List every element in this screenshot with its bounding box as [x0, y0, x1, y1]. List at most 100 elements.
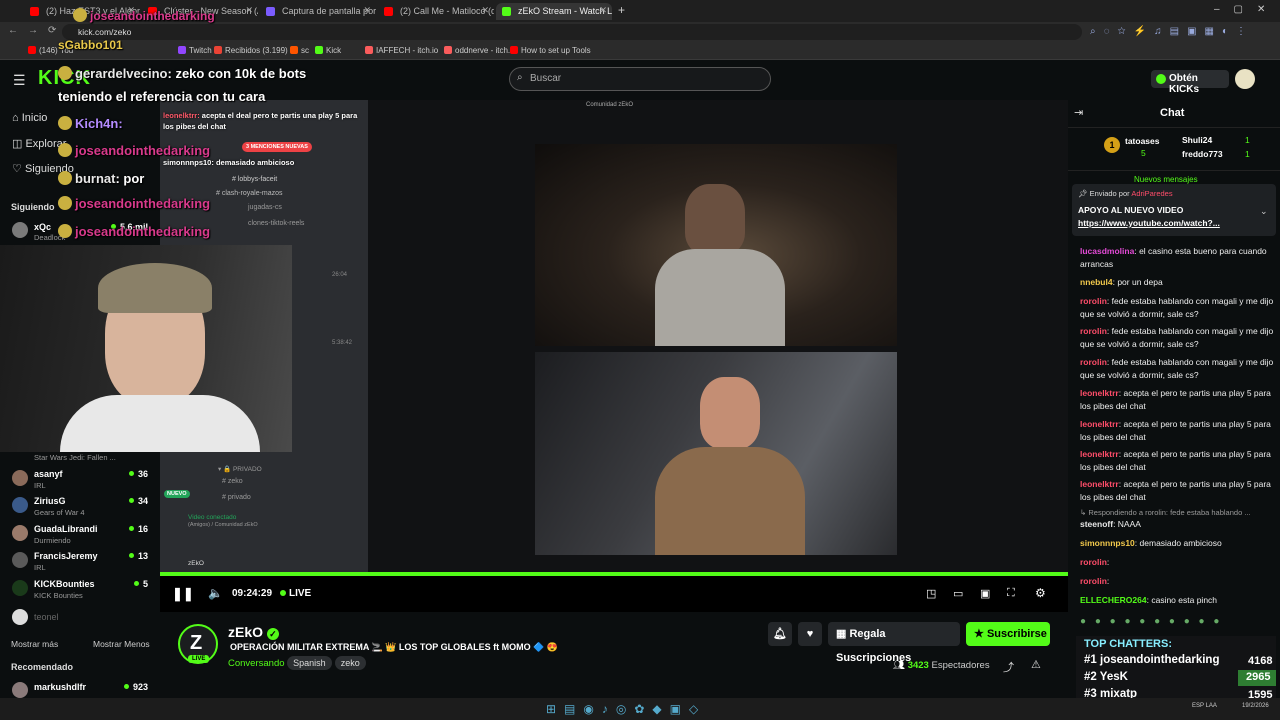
- taskbar-icons[interactable]: ⊞▤◉♪◎✿◆▣◇: [546, 702, 706, 716]
- bookmark[interactable]: IAFFECH - itch.io: [365, 46, 438, 55]
- volume-icon[interactable]: 🔈: [208, 586, 223, 600]
- streamer-webcam: [0, 245, 292, 452]
- avatar[interactable]: [1235, 69, 1255, 89]
- url-field[interactable]: kick.com/zeko: [62, 24, 1082, 40]
- discord-message: simonnnps10: demasiado ambicioso: [163, 158, 295, 167]
- new-tab-button[interactable]: +: [618, 3, 625, 17]
- emote-bar[interactable]: ● ● ● ● ● ● ● ● ● ●: [1080, 616, 1276, 632]
- clock: 19/2/2026: [1242, 703, 1269, 709]
- youtube-icon: [384, 7, 393, 16]
- overlay-chat-message: burnat: por: [58, 171, 144, 186]
- discord-channel: # privado: [222, 494, 251, 501]
- pip-icon[interactable]: ◳: [926, 587, 936, 600]
- kicks-icon: [1156, 74, 1166, 84]
- browser-tab-active[interactable]: zEkO Stream - Watch Live o✕: [496, 3, 612, 20]
- clip-icon[interactable]: ▭: [953, 587, 963, 600]
- notification-bell-button[interactable]: 🔔︎: [768, 622, 792, 646]
- os-taskbar: ⊞▤◉♪◎✿◆▣◇ ESP LAA 19/2/2026: [0, 698, 1280, 720]
- category-link[interactable]: Conversando: [228, 658, 285, 669]
- chevron-down-icon[interactable]: ⌄: [1260, 206, 1268, 217]
- emote-icon: [58, 116, 72, 130]
- share-icon[interactable]: ⤴: [1003, 659, 1014, 675]
- bookmark[interactable]: Twitch: [178, 46, 212, 55]
- close-tab-icon[interactable]: ✕: [363, 5, 371, 16]
- close-tab-icon[interactable]: ✕: [481, 5, 489, 16]
- subscribe-button[interactable]: ★ Suscribirse: [966, 622, 1050, 646]
- chat-message: rorolin:: [1080, 576, 1110, 586]
- nav-buttons[interactable]: ←→⟳: [8, 25, 66, 36]
- call-video-top: [535, 144, 897, 346]
- channel-name[interactable]: zEkO ✓: [228, 624, 279, 640]
- browser-tab[interactable]: (2) Call Me - Matiloco (dir. @fr✕: [378, 3, 494, 20]
- avatar: [12, 552, 28, 568]
- gmail-icon: [214, 46, 222, 54]
- person-head: [700, 377, 760, 449]
- overlay-chat-message: teniendo el referencia con tu cara: [58, 89, 266, 104]
- nav-home[interactable]: ⌂ Inicio: [12, 112, 47, 124]
- tag[interactable]: zeko: [334, 656, 366, 670]
- pinned-message[interactable]: 📌︎ Enviado por AdriParedes APOYO AL NUEV…: [1072, 184, 1276, 236]
- fullscreen-icon[interactable]: ⛶: [1007, 587, 1015, 600]
- kick-icon: [315, 46, 323, 54]
- lightshot-icon: [266, 7, 275, 16]
- new-messages-indicator[interactable]: Nuevos mensajes: [1134, 175, 1198, 184]
- gift-subs-button[interactable]: ▦ Regala Suscripciones: [828, 622, 960, 664]
- pause-button[interactable]: ❚❚: [172, 586, 194, 602]
- overlay-chat-message: Kich4n:: [58, 116, 123, 131]
- streamer-shirt: [60, 395, 260, 452]
- bookmark[interactable]: oddnerve - itch.io: [444, 46, 516, 55]
- kick-icon: [502, 7, 511, 16]
- follow-button[interactable]: ♥: [798, 622, 822, 646]
- discord-channel: # clash-royale-mazos: [216, 190, 283, 197]
- window-controls[interactable]: –▢✕: [1214, 4, 1279, 15]
- overlay-chat-message: sGabbo101: [58, 38, 123, 52]
- live-indicator: LIVE: [280, 588, 311, 599]
- bookmark[interactable]: Recibidos (3.199) -: [214, 46, 293, 55]
- tag[interactable]: Spanish: [287, 656, 332, 670]
- chat-message: rorolin: fede estaba hablando con magali…: [1080, 357, 1274, 380]
- bookmark[interactable]: Kick: [315, 46, 341, 55]
- call-video-bottom: [535, 352, 897, 555]
- collapse-chat-icon[interactable]: ⇥: [1074, 106, 1083, 119]
- youtube-icon: [28, 46, 36, 54]
- star-icon: ★: [974, 628, 984, 640]
- heart-icon: ♥: [806, 628, 814, 640]
- overlay-chat-message: joseandointhedarking: [58, 196, 210, 211]
- avatar: [12, 609, 28, 625]
- close-tab-icon[interactable]: ✕: [599, 5, 607, 16]
- emote-icon: [73, 8, 87, 22]
- following-title: Siguiendo: [11, 202, 55, 212]
- chat-message: nnebul4: por un depa: [1080, 277, 1163, 287]
- discord-user: zEkO: [188, 560, 204, 567]
- show-less-link[interactable]: Mostrar Menos: [93, 639, 150, 649]
- youtube-icon: [30, 7, 39, 16]
- language-indicator: ESP LAA: [1192, 703, 1217, 709]
- voice-status: Video conectado: [188, 514, 237, 521]
- emote-icon: [58, 143, 72, 157]
- close-tab-icon[interactable]: ✕: [245, 5, 253, 16]
- menu-icon[interactable]: ☰: [13, 72, 26, 89]
- search-input[interactable]: ⌕ Buscar: [509, 67, 771, 91]
- browser-tab[interactable]: Captura de pantalla por Lightsh✕: [260, 3, 376, 20]
- chat-message: lucasdmolina: el casino esta bueno para …: [1080, 246, 1267, 269]
- get-kicks-button[interactable]: Obtén KICKs: [1151, 70, 1229, 95]
- chat-panel: ⇥ Chat 1 tatoases 5 Shuli24 1 freddo773 …: [1068, 100, 1280, 720]
- report-icon[interactable]: ⚠: [1031, 658, 1041, 671]
- theatre-icon[interactable]: ▣: [980, 587, 990, 600]
- bookmark[interactable]: How to set up Tools: [510, 46, 591, 55]
- avatar: [12, 580, 28, 596]
- pinned-link[interactable]: https://www.youtube.com/watch?...: [1078, 218, 1220, 228]
- extension-icons[interactable]: ⌕◌☆⚡♫▤▣▦◐⋮: [1090, 26, 1254, 37]
- mentions-badge: 3 MENCIONES NUEVAS: [242, 142, 312, 152]
- avatar: [12, 525, 28, 541]
- discord-channel: clones-tiktok-reels: [248, 220, 305, 227]
- youtube-icon: [510, 46, 518, 54]
- settings-icon[interactable]: ⚙: [1035, 586, 1046, 600]
- show-more-link[interactable]: Mostrar más: [11, 639, 58, 649]
- discord-channel: jugadas-cs: [248, 204, 282, 211]
- discord-channel: # zeko: [222, 478, 243, 485]
- avatar: [12, 682, 28, 698]
- person-head: [685, 184, 745, 254]
- emote-icon: [58, 196, 72, 210]
- bookmark[interactable]: sc: [290, 46, 309, 55]
